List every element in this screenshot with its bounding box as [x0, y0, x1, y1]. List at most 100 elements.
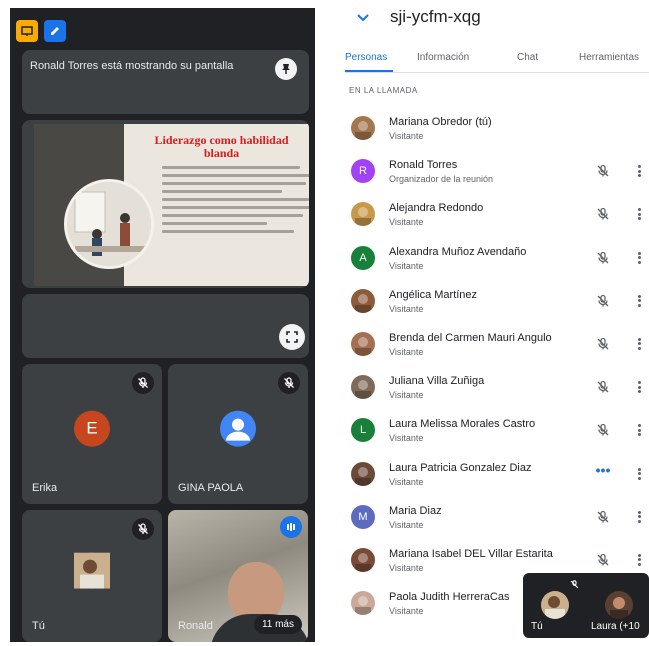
- mic-off-icon[interactable]: [595, 206, 611, 222]
- more-options-icon[interactable]: [635, 206, 643, 222]
- tab-informacion[interactable]: Información: [417, 52, 469, 63]
- participant-name: Ronald Torres: [389, 159, 458, 172]
- participant-role: Visitante: [389, 476, 424, 487]
- mic-off-icon[interactable]: [595, 250, 611, 266]
- avatar: [351, 591, 375, 616]
- mic-off-icon[interactable]: [595, 509, 611, 525]
- shared-screen-tile[interactable]: Liderazgo como habilidad blanda: [22, 120, 309, 288]
- participant-name: Erika: [32, 482, 58, 494]
- tab-bar: Personas Información Chat Herramientas: [345, 50, 649, 72]
- participant-role: Visitante: [389, 303, 424, 314]
- slide-title: Liderazgo como habilidad blanda: [154, 133, 289, 160]
- participant-row[interactable]: Brenda del Carmen Mauri Angulo Visitante: [345, 324, 649, 367]
- participant-name: Mariana Obredor (tú): [389, 116, 492, 128]
- participant-role: Visitante: [389, 606, 424, 617]
- participant-name: Laura Patricia Gonzalez Diaz: [389, 461, 532, 474]
- presenting-banner: Ronald Torres está mostrando su pantalla: [22, 50, 309, 114]
- fullscreen-icon[interactable]: [279, 324, 305, 350]
- participant-row[interactable]: Angélica Martínez Visitante: [345, 281, 649, 324]
- avatar: M: [351, 504, 375, 529]
- avatar: E: [74, 410, 110, 447]
- participant-role: Visitante: [389, 217, 424, 228]
- participant-role: Visitante: [389, 562, 424, 573]
- more-participants-pill[interactable]: 11 más: [253, 615, 302, 634]
- participant-row[interactable]: A Alexandra Muñoz Avendaño Visitante: [345, 238, 649, 281]
- avatar: [351, 116, 375, 140]
- meeting-video-panel: Ronald Torres está mostrando su pantalla: [10, 8, 315, 642]
- pip-self-tile[interactable]: Tú: [523, 573, 585, 638]
- participant-role: Visitante: [389, 131, 424, 141]
- speaking-indicator-icon: •••: [595, 461, 611, 478]
- participant-tile-erika[interactable]: E Erika: [22, 364, 162, 504]
- participant-row[interactable]: L Laura Melissa Morales Castro Visitante: [345, 410, 649, 453]
- participant-role: Visitante: [389, 390, 424, 401]
- tab-chat[interactable]: Chat: [517, 52, 538, 63]
- chevron-down-icon[interactable]: [353, 8, 373, 28]
- participant-name: Maria Diaz: [389, 504, 442, 517]
- participant-role: Visitante: [389, 260, 424, 271]
- edit-icon[interactable]: [44, 20, 66, 42]
- participant-name: Paola Judith HerreraCas: [389, 591, 510, 604]
- mic-off-icon[interactable]: [595, 293, 611, 309]
- participant-name: Juliana Villa Zuñiga: [389, 375, 485, 388]
- participants-panel: sji-ycfm-xqg Personas Información Chat H…: [345, 0, 649, 646]
- avatar: A: [351, 245, 375, 270]
- participant-tile-ronald[interactable]: Ronald 11 más: [168, 510, 308, 642]
- more-options-icon[interactable]: [635, 336, 643, 352]
- more-options-icon[interactable]: [635, 552, 643, 568]
- section-label: EN LA LLAMADA: [349, 86, 418, 95]
- participant-role: Visitante: [389, 433, 424, 444]
- tab-personas[interactable]: Personas: [345, 52, 393, 63]
- participant-name: Ronald: [178, 620, 213, 632]
- participant-row[interactable]: R Ronald Torres Organizador de la reunión: [345, 151, 649, 194]
- participant-row[interactable]: Alejandra Redondo Visitante: [345, 194, 649, 237]
- tab-herramientas[interactable]: Herramientas: [579, 52, 639, 63]
- participant-name: GINA PAOLA: [178, 482, 244, 494]
- meet-screenshot-composite: Ronald Torres está mostrando su pantalla: [0, 0, 649, 646]
- more-options-icon[interactable]: [635, 293, 643, 309]
- avatar: [541, 591, 569, 619]
- presenting-banner-text: Ronald Torres está mostrando su pantalla: [30, 60, 234, 72]
- participant-tile-self[interactable]: Tú: [22, 510, 162, 642]
- participant-row[interactable]: Juliana Villa Zuñiga Visitante: [345, 367, 649, 410]
- mic-off-icon: [278, 372, 300, 394]
- presentation-slide: Liderazgo como habilidad blanda: [34, 124, 309, 286]
- participant-tile-gina[interactable]: GINA PAOLA: [168, 364, 308, 504]
- speaking-indicator-icon: [280, 516, 302, 538]
- default-avatar-icon: [220, 410, 256, 447]
- more-options-icon[interactable]: [635, 422, 643, 438]
- participant-row[interactable]: Laura Patricia Gonzalez Diaz Visitante •••: [345, 454, 649, 497]
- pip-other-tile[interactable]: Laura (+10: [585, 573, 647, 638]
- pip-window[interactable]: Tú Laura (+10: [523, 573, 649, 638]
- more-options-icon[interactable]: [635, 163, 643, 179]
- mic-off-icon[interactable]: [595, 163, 611, 179]
- mic-off-icon[interactable]: [595, 422, 611, 438]
- participant-name: Alejandra Redondo: [389, 202, 484, 215]
- participant-role: Visitante: [389, 346, 424, 357]
- participant-name: Brenda del Carmen Mauri Angulo: [389, 331, 552, 344]
- participant-list: Mariana Obredor (tú) Visitante R Ronald Tor…: [345, 108, 649, 626]
- avatar: [605, 591, 633, 619]
- pip-self-label: Tú: [531, 621, 543, 632]
- avatar: [351, 202, 375, 227]
- more-options-icon[interactable]: [635, 250, 643, 266]
- presentation-icon[interactable]: [16, 20, 38, 42]
- mic-off-icon: [132, 372, 154, 394]
- avatar: L: [351, 418, 375, 443]
- mic-off-icon[interactable]: [595, 552, 611, 568]
- avatar: [351, 375, 375, 400]
- more-options-icon[interactable]: [635, 509, 643, 525]
- mic-off-icon[interactable]: [595, 336, 611, 352]
- participant-name: Angélica Martínez: [389, 288, 478, 301]
- mic-off-icon[interactable]: [595, 379, 611, 395]
- participant-role: Visitante: [389, 519, 424, 530]
- meeting-code: sji-ycfm-xqg: [390, 7, 481, 26]
- mic-off-icon: [132, 518, 154, 540]
- pin-icon[interactable]: [275, 58, 297, 80]
- more-options-icon[interactable]: [635, 379, 643, 395]
- participant-row[interactable]: Mariana Obredor (tú) Visitante: [345, 108, 649, 151]
- more-options-icon[interactable]: [635, 466, 643, 482]
- avatar: [351, 288, 375, 313]
- participant-row[interactable]: M Maria Diaz Visitante: [345, 497, 649, 540]
- avatar: [351, 461, 375, 486]
